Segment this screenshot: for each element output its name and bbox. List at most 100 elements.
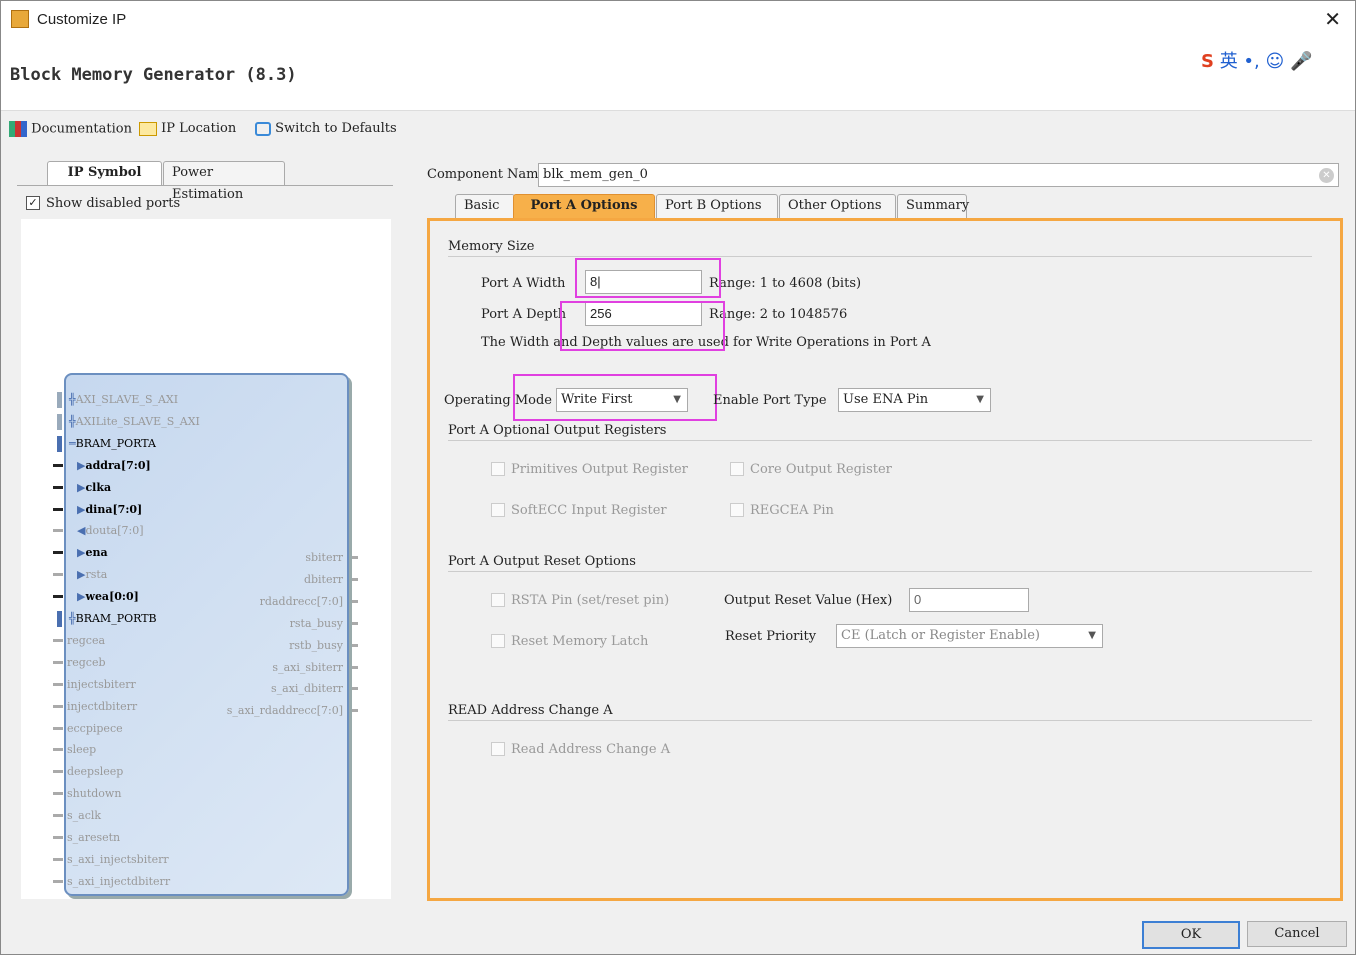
left-port: shutdown [67,787,122,801]
tab-basic[interactable]: Basic [455,194,515,218]
left-port: ▶wea[0:0] [77,590,139,604]
port-pin [53,595,63,599]
port-pin [53,463,63,467]
show-disabled-checkbox[interactable]: ✓ [26,196,40,210]
switch-defaults-button[interactable]: Switch to Defaults [255,121,397,136]
port-pin [57,611,62,627]
port-pin [352,665,358,669]
port-pin [53,529,63,533]
tab-other-options[interactable]: Other Options [779,194,896,218]
right-port: rstb_busy [289,638,343,652]
left-port: ═BRAM_PORTA [69,436,156,450]
port-pin [53,748,63,752]
port-pin [352,709,358,713]
title-bar: Customize IP ✕ [1,1,1355,39]
highlight-depth [560,301,725,351]
close-icon[interactable]: ✕ [1324,7,1341,31]
page-title: Block Memory Generator (8.3) [10,65,297,85]
books-icon [9,121,27,137]
left-port: deepsleep [67,765,124,779]
depth-range: Range: 2 to 1048576 [709,307,848,322]
tab-summary[interactable]: Summary [897,194,969,218]
right-port: s_axi_rdaddrecc[7:0] [226,704,343,718]
port-pin [53,857,63,861]
port-pin [352,621,358,625]
left-port: s_axi_injectdbiterr [67,874,171,888]
reset-memory-latch-checkbox[interactable] [491,634,505,648]
ok-button[interactable]: OK [1142,921,1240,949]
component-name-label: Component Name [427,167,547,182]
ip-symbol-block [64,373,349,896]
softecc-input-register-checkbox[interactable] [491,503,505,517]
clear-icon[interactable]: ✕ [1319,168,1334,183]
reset-priority-select[interactable]: CE (Latch or Register Enable) ▼ [836,624,1103,648]
window-title: Customize IP [37,11,127,28]
tab-port-b-options[interactable]: Port B Options [656,194,778,218]
port-pin [57,413,62,430]
port-pin [53,573,63,577]
right-port: s_axi_sbiterr [272,660,343,674]
port-arrow-icon: ═ [69,436,76,450]
left-port: ╬AXI_SLAVE_S_AXI [69,393,179,406]
port-pin [53,485,63,489]
left-port: ▶dina[7:0] [77,502,143,516]
left-port: s_aclk [67,809,102,823]
left-port: regceb [67,655,106,669]
port-pin [53,792,63,796]
width-range: Range: 1 to 4608 (bits) [709,276,862,291]
left-port: regcea [67,633,106,647]
port-arrow-icon: ╬ [69,612,76,625]
config-tabs: Basic Port A Options Port B Options Othe… [441,194,981,219]
enable-port-type-select[interactable]: Use ENA Pin ▼ [838,388,991,412]
customize-ip-window: Customize IP ✕ Block Memory Generator (8… [0,0,1356,955]
left-port: ╬BRAM_PORTB [69,612,157,625]
optional-registers-section: Port A Optional Output Registers [448,423,1312,441]
read-address-change-checkbox[interactable] [491,742,505,756]
port-pin [53,660,63,664]
left-port: ▶addra[7:0] [77,458,151,472]
core-output-register-checkbox[interactable] [730,462,744,476]
enable-port-type-label: Enable Port Type [713,393,827,408]
tab-port-a-options[interactable]: Port A Options [513,194,655,218]
ip-location-button[interactable]: IP Location [139,121,236,136]
left-port: sleep [67,743,97,757]
port-a-options-panel: Memory Size Port A Width 8| Range: 1 to … [427,218,1343,901]
header: Block Memory Generator (8.3) S 英 •, ☺ 🎤 [1,39,1355,111]
show-disabled-label: Show disabled ports [46,196,181,211]
regcea-pin-checkbox[interactable] [730,503,744,517]
folder-icon [139,121,157,136]
chevron-down-icon: ▼ [976,394,984,405]
regcea-pin-label: REGCEA Pin [750,503,834,518]
documentation-button[interactable]: Documentation [9,121,132,137]
port-a-depth-label: Port A Depth [481,307,567,322]
port-pin [53,682,63,686]
highlight-width [575,258,721,298]
output-reset-value-label: Output Reset Value (Hex) [724,593,893,608]
primitives-output-register-checkbox[interactable] [491,462,505,476]
cancel-button[interactable]: Cancel [1247,921,1347,947]
reset-priority-label: Reset Priority [725,629,817,644]
port-pin [53,726,63,730]
port-a-width-label: Port A Width [481,276,566,291]
port-pin [53,770,63,774]
right-port: dbiterr [303,572,343,586]
left-port: s_aresetn [67,831,121,844]
port-arrow-icon: ╬ [69,414,76,428]
port-pin [352,599,358,603]
left-port: injectdbiterr [67,699,138,713]
memory-size-section: Memory Size [448,239,1312,257]
port-pin [53,551,63,555]
port-arrow-icon: ╬ [69,393,76,406]
refresh-icon [255,121,271,136]
left-port: ▶rsta [77,568,108,582]
tab-power-estimation[interactable]: Power Estimation [163,161,285,202]
left-port: ▶ena [77,546,108,560]
output-reset-value-input[interactable]: 0 [909,588,1029,612]
rsta-pin-checkbox[interactable] [491,593,505,607]
port-pin [352,687,358,691]
ime-toolbar-icon: S 英 •, ☺ 🎤 [1201,51,1313,72]
tab-ip-symbol[interactable]: IP Symbol [47,161,162,185]
port-pin [53,704,63,708]
component-name-input[interactable]: blk_mem_gen_0 ✕ [538,163,1339,187]
reset-options-section: Port A Output Reset Options [448,554,1312,572]
